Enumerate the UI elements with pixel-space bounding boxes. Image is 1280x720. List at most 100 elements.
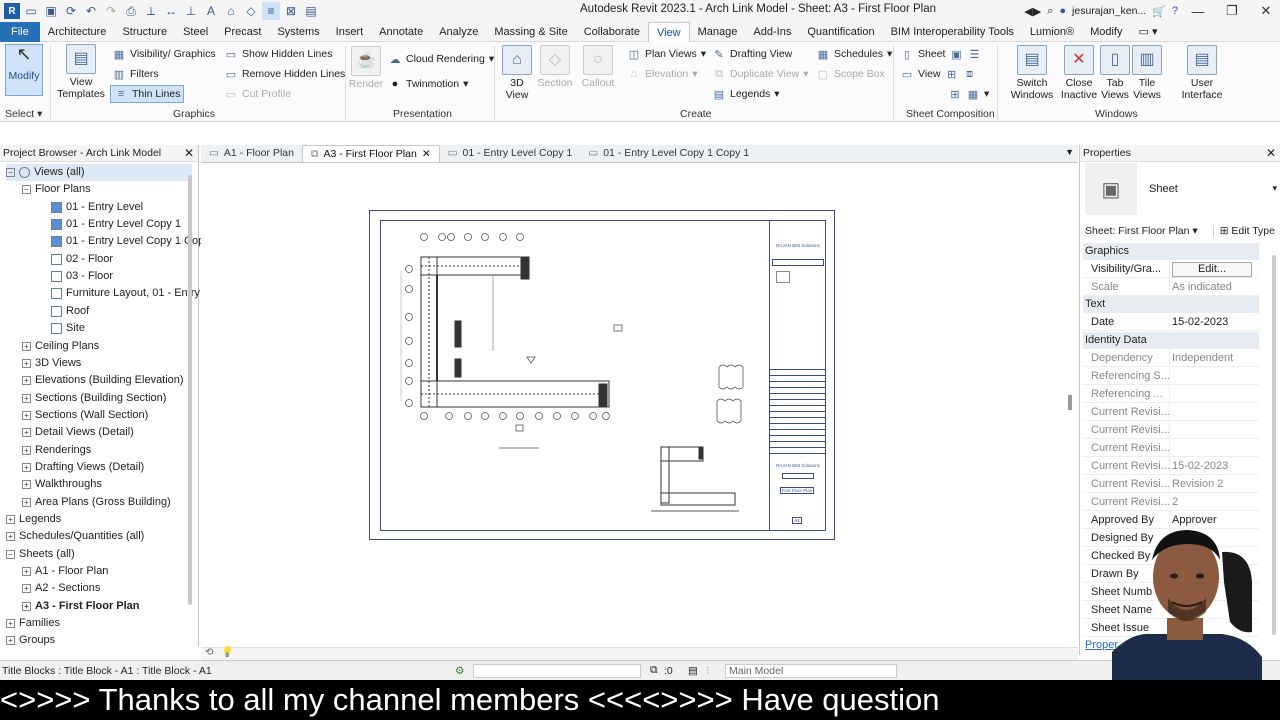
legends-button[interactable]: ▤ Legends ▾: [712, 85, 780, 103]
property-value[interactable]: [1169, 421, 1259, 438]
drafting-view-button[interactable]: ✎ Drafting View: [712, 45, 792, 63]
share-icon[interactable]: ◀▶: [1024, 5, 1041, 18]
cart-icon[interactable]: 🛒: [1152, 5, 1166, 18]
close-icon[interactable]: ✕: [1266, 145, 1276, 162]
view-templates-button[interactable]: ▤ View Templates: [57, 44, 105, 100]
viewports-icon[interactable]: ▦: [966, 87, 980, 101]
user-interface-button[interactable]: ▤ User Interface: [1178, 45, 1226, 101]
property-value[interactable]: [1169, 439, 1259, 456]
browser-node[interactable]: + Families: [6, 615, 192, 632]
user-name[interactable]: jesurajan_ken...: [1072, 5, 1146, 17]
view-reference-icon[interactable]: ⊞: [948, 87, 962, 101]
dimension-icon[interactable]: ↔: [162, 2, 180, 20]
ribbon-minimize-icon[interactable]: ▭ ▾: [1131, 22, 1166, 42]
browser-node[interactable]: 03 - Floor: [38, 268, 224, 285]
tag-icon[interactable]: ⊥: [182, 2, 200, 20]
browser-node[interactable]: 01 - Entry Level: [38, 199, 224, 216]
3d-view-icon[interactable]: ⌂: [222, 2, 240, 20]
expand-icon[interactable]: +: [6, 619, 15, 629]
text-icon[interactable]: A: [202, 2, 220, 20]
modify-button[interactable]: ↖ Modify: [5, 44, 43, 96]
browser-node[interactable]: + Drafting Views (Detail): [22, 459, 208, 476]
browser-node[interactable]: 01 - Entry Level Copy 1: [38, 216, 224, 233]
twinmotion-button[interactable]: ● Twinmotion ▾: [388, 75, 469, 93]
browser-node[interactable]: + Sections (Wall Section): [22, 407, 208, 424]
minimize-button[interactable]: —: [1184, 4, 1212, 19]
undo-icon[interactable]: ↶: [82, 2, 100, 20]
revisions-icon[interactable]: ☰: [967, 47, 981, 61]
guide-grid-icon[interactable]: ⊞: [945, 67, 959, 81]
type-selector[interactable]: ▣ Sheet ▾: [1085, 163, 1277, 215]
expand-icon[interactable]: +: [22, 358, 31, 368]
ribbon-tab-architecture[interactable]: Architecture: [40, 22, 115, 42]
ribbon-tab-steel[interactable]: Steel: [175, 22, 216, 42]
browser-node[interactable]: 01 - Entry Level Copy 1 Copy 1: [38, 233, 224, 250]
browser-node[interactable]: +3D Views: [22, 355, 208, 372]
ribbon-tab-quantification[interactable]: Quantification: [799, 22, 882, 42]
property-value[interactable]: 15-02-2023: [1169, 313, 1259, 330]
property-value[interactable]: 2: [1169, 493, 1259, 510]
expand-icon[interactable]: +: [6, 532, 15, 542]
sheet-button[interactable]: ▯ Sheet ▣ ☰: [900, 45, 981, 63]
floor-plan-drawing[interactable]: [381, 221, 771, 530]
expand-icon[interactable]: +: [22, 393, 31, 403]
ribbon-tab-systems[interactable]: Systems: [269, 22, 327, 42]
schedules-button[interactable]: ▦ Schedules ▾: [816, 45, 893, 63]
title-block[interactable]: RAJAN BIM Solutions RAJAN BIM Solutions …: [769, 221, 825, 530]
close-inactive-button[interactable]: ✕ Close Inactive: [1058, 45, 1100, 101]
close-tab-icon[interactable]: ✕: [422, 146, 431, 163]
expand-icon[interactable]: +: [22, 410, 31, 420]
section-button[interactable]: ◇ Section: [537, 45, 573, 89]
close-icon[interactable]: ✕: [184, 145, 194, 162]
expand-icon[interactable]: +: [22, 445, 31, 455]
select-panel-label[interactable]: Select ▾: [5, 107, 42, 121]
doc-tab[interactable]: ▭ A1 - Floor Plan: [201, 145, 302, 162]
property-value[interactable]: [1169, 385, 1259, 402]
view-button[interactable]: ▭ View ⊞ ⧈: [900, 65, 977, 83]
browser-node[interactable]: − Floor Plans: [22, 181, 208, 198]
3d-view-button[interactable]: ⌂ 3D View: [500, 45, 534, 101]
browser-node[interactable]: + Detail Views (Detail): [22, 424, 208, 441]
doc-tab[interactable]: ⧉ A3 - First Floor Plan ✕: [301, 145, 440, 163]
section-icon[interactable]: ◇: [242, 2, 260, 20]
duplicate-view-button[interactable]: ⧉ Duplicate View ▾: [712, 65, 808, 83]
drawing-canvas[interactable]: RAJAN BIM Solutions RAJAN BIM Solutions …: [201, 163, 1078, 652]
visibility-graphics-button[interactable]: ▦ Visibility/ Graphics: [112, 45, 216, 63]
search-icon[interactable]: ⌕: [1047, 5, 1053, 18]
browser-node[interactable]: + Schedules/Quantities (all): [6, 528, 192, 545]
browser-scrollbar[interactable]: [188, 175, 192, 605]
ribbon-tab-modify[interactable]: Modify: [1082, 22, 1130, 42]
browser-node[interactable]: + A3 - First Floor Plan: [22, 598, 208, 615]
ribbon-tab-bim-interoperability-tools[interactable]: BIM Interoperability Tools: [883, 22, 1022, 42]
open-icon[interactable]: ▭: [22, 2, 40, 20]
design-option-dropdown[interactable]: Main Model: [725, 663, 897, 678]
expand-icon[interactable]: +: [22, 462, 31, 472]
revit-logo-icon[interactable]: R: [4, 3, 20, 19]
reveal-hidden-icon[interactable]: 💡: [221, 647, 233, 658]
worksets-icon[interactable]: ⚙: [455, 665, 464, 677]
ribbon-tab-view[interactable]: View: [647, 21, 690, 42]
browser-node[interactable]: + Area Plans (Gross Building): [22, 494, 208, 511]
close-hidden-icon[interactable]: ⊠: [282, 2, 300, 20]
expand-icon[interactable]: +: [22, 584, 31, 594]
expand-icon[interactable]: +: [22, 480, 31, 490]
sync-icon[interactable]: ⟳: [62, 2, 80, 20]
properties-scrollbar[interactable]: [1272, 255, 1276, 635]
ribbon-tab-collaborate[interactable]: Collaborate: [576, 22, 648, 42]
filters-button[interactable]: ▥ Filters: [112, 65, 159, 83]
ribbon-tab-lumion[interactable]: Lumion®: [1022, 22, 1082, 42]
property-value[interactable]: [1169, 367, 1259, 384]
browser-node[interactable]: + Walkthroughs: [22, 476, 208, 493]
expand-icon[interactable]: +: [22, 376, 31, 386]
expand-icon[interactable]: +: [22, 601, 31, 611]
thin-lines-icon[interactable]: ≡: [262, 2, 280, 20]
editable-only-icon[interactable]: ⧉: [650, 664, 658, 677]
ribbon-tab-file[interactable]: File: [0, 21, 40, 42]
edit-type-button[interactable]: ⊞ Edit Type: [1212, 224, 1275, 237]
browser-node[interactable]: + Legends: [6, 511, 192, 528]
user-icon[interactable]: ●: [1059, 5, 1066, 17]
scope-box-button[interactable]: ▢ Scope Box: [816, 65, 885, 83]
print-icon[interactable]: ⎙: [122, 2, 140, 20]
property-group-text[interactable]: Text: [1083, 296, 1259, 313]
plan-views-button[interactable]: ◫ Plan Views ▾: [627, 45, 706, 63]
